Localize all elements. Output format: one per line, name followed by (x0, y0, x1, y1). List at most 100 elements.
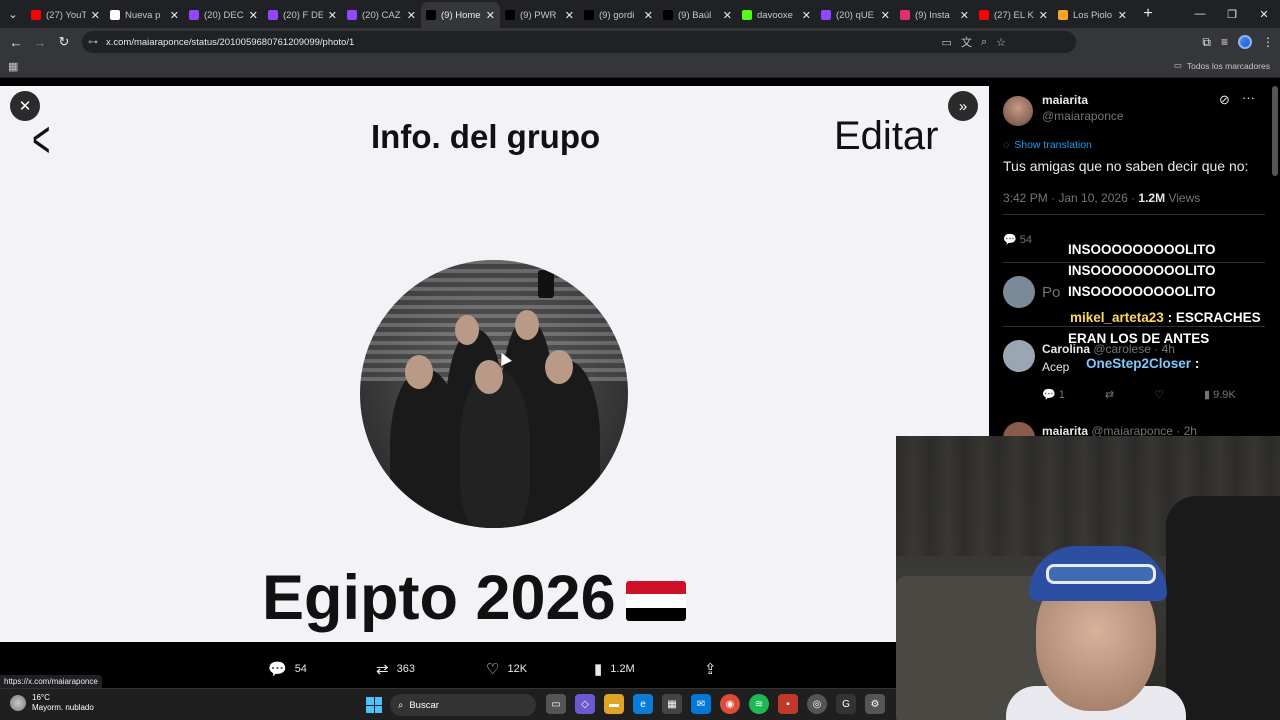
file-explorer-icon[interactable]: ▬ (604, 694, 624, 714)
back-icon[interactable]: ← (4, 35, 28, 50)
browser-tab[interactable]: (27) YouT ✕ (26, 2, 105, 28)
url-bar[interactable]: ⊶ x.com/maiaraponce/status/2010059680761… (82, 31, 1076, 53)
expand-panel-button[interactable]: » (948, 91, 978, 121)
task-view-icon[interactable]: ▭ (546, 694, 566, 714)
like-icon: ♡ (486, 661, 500, 678)
extensions-icon[interactable]: ⧉ (1202, 35, 1211, 50)
browser-tab[interactable]: (20) F DE ✕ (263, 2, 342, 28)
tab-close-icon[interactable]: ✕ (1039, 9, 1048, 22)
forward-icon[interactable]: → (28, 35, 52, 50)
reply-author[interactable]: maiarita (1042, 424, 1088, 436)
share-action[interactable]: ⇪ (704, 660, 725, 678)
post-panel: maiarita @maiaraponce ⊘ ··· ◌ Show trans… (989, 86, 1280, 436)
taskbar-search[interactable]: ⌕ Buscar (390, 694, 536, 716)
tab-search-icon[interactable]: ⌄ (0, 0, 26, 28)
tab-close-icon[interactable]: ✕ (170, 9, 179, 22)
system-app-icon[interactable]: ⚙ (865, 694, 885, 714)
tab-label: (9) Insta (915, 9, 950, 21)
all-bookmarks-button[interactable]: ▭ Todos los marcadores (1174, 60, 1270, 71)
reply-views-stat[interactable]: ▮ 9.9K (1204, 388, 1236, 401)
tab-favicon-icon (663, 10, 673, 20)
tab-close-icon[interactable]: ✕ (565, 9, 574, 22)
reload-icon[interactable]: ↻ (52, 34, 76, 50)
post-stats: 💬 54 (1003, 233, 1032, 246)
obs-icon[interactable]: ◎ (807, 694, 827, 714)
browser-tab[interactable]: (27) EL K ✕ (974, 2, 1053, 28)
author-name[interactable]: maiarita (1042, 93, 1088, 107)
tab-close-icon[interactable]: ✕ (881, 9, 890, 22)
like-icon[interactable]: ♡ (1154, 388, 1164, 401)
my-avatar (1003, 276, 1035, 308)
tab-close-icon[interactable]: ✕ (486, 9, 495, 22)
reply-input[interactable]: Po (1042, 284, 1060, 301)
browser-tab[interactable]: (9) gordi ✕ (579, 2, 658, 28)
chrome-icon[interactable]: ◉ (720, 694, 740, 714)
menu-icon[interactable]: ⋮ (1262, 35, 1274, 49)
media-icon[interactable]: ≡ (1221, 35, 1228, 49)
panel-scrollbar[interactable] (1272, 86, 1278, 176)
reply-avatar[interactable] (1003, 422, 1035, 436)
tab-close-icon[interactable]: ✕ (1118, 9, 1127, 22)
more-icon[interactable]: ··· (1242, 90, 1255, 105)
mail-icon[interactable]: ✉ (691, 694, 711, 714)
author-avatar[interactable] (1003, 96, 1033, 126)
browser-tab[interactable]: (20) DEC ✕ (184, 2, 263, 28)
translate-icon[interactable]: 文 (961, 34, 972, 50)
address-bar-row: ← → ↻ ⊶ x.com/maiaraponce/status/2010059… (0, 28, 1280, 56)
grok-icon[interactable]: ⊘ (1219, 92, 1230, 108)
browser-tab[interactable]: Los Piolo ✕ (1053, 2, 1132, 28)
like-action[interactable]: ♡ 12K (486, 660, 527, 678)
reply-icon: 💬 (268, 661, 287, 678)
reply-reply-stat[interactable]: 💬 1 (1042, 388, 1065, 401)
reply-avatar[interactable] (1003, 340, 1035, 372)
browser-tab[interactable]: (9) Baúl ✕ (658, 2, 737, 28)
show-translation-link[interactable]: ◌ Show translation (1003, 139, 1092, 151)
close-window-icon[interactable]: ✕ (1248, 0, 1280, 28)
browser-tab[interactable]: Nueva p ✕ (105, 2, 184, 28)
author-handle[interactable]: @maiaraponce (1042, 109, 1124, 123)
maximize-icon[interactable]: ❐ (1216, 0, 1248, 28)
repost-action[interactable]: ⇄ 363 (376, 660, 415, 678)
browser-tab[interactable]: (20) qUE ✕ (816, 2, 895, 28)
tab-close-icon[interactable]: ✕ (723, 9, 732, 22)
tab-close-icon[interactable]: ✕ (249, 9, 258, 22)
reply-action[interactable]: 💬 54 (268, 660, 307, 678)
zoom-icon[interactable]: ⌕ (981, 36, 987, 49)
store-icon[interactable]: ▦ (662, 694, 682, 714)
browser-tab[interactable]: (9) Home ✕ (421, 2, 500, 28)
edge-icon[interactable]: e (633, 694, 653, 714)
toolbar-right: ⧉ ≡ ⋮ (1202, 28, 1274, 56)
red-app-icon[interactable]: ▪ (778, 694, 798, 714)
new-tab-button[interactable]: + (1138, 5, 1158, 23)
profile-avatar[interactable] (1238, 35, 1252, 49)
tab-label: davooxe (757, 9, 793, 21)
logitech-icon[interactable]: G (836, 694, 856, 714)
tab-close-icon[interactable]: ✕ (960, 9, 969, 22)
weather-widget[interactable]: 16°C Mayorm. nublado (10, 693, 94, 713)
views-action[interactable]: ▮ 1.2M (594, 660, 635, 678)
tab-close-icon[interactable]: ✕ (802, 9, 811, 22)
tab-close-icon[interactable]: ✕ (407, 9, 416, 22)
browser-tab[interactable]: (9) Insta ✕ (895, 2, 974, 28)
tab-close-icon[interactable]: ✕ (328, 9, 337, 22)
minimize-icon[interactable]: — (1184, 0, 1216, 28)
cast-icon[interactable]: ▭ (942, 36, 952, 49)
views-icon: ▮ (1203, 389, 1214, 401)
tab-close-icon[interactable]: ✕ (644, 9, 653, 22)
chat-message: INSOOOOOOOOOLITO (1068, 242, 1216, 257)
repost-icon[interactable]: ⇄ (1105, 388, 1114, 401)
tab-close-icon[interactable]: ✕ (91, 9, 100, 22)
apps-grid-icon[interactable]: ▦ (8, 60, 18, 73)
start-button[interactable] (366, 697, 382, 713)
copilot-icon[interactable]: ◇ (575, 694, 595, 714)
site-info-icon[interactable]: ⊶ (88, 37, 106, 48)
browser-tab[interactable]: (9) PWR ✕ (500, 2, 579, 28)
browser-tab[interactable]: (20) CAZ ✕ (342, 2, 421, 28)
spotify-icon[interactable]: ≋ (749, 694, 769, 714)
chat-text: : (1194, 356, 1200, 371)
bookmark-star-icon[interactable]: ☆ (996, 36, 1006, 49)
reply-stat[interactable]: 💬 54 (1003, 233, 1032, 246)
browser-tab[interactable]: davooxe ✕ (737, 2, 816, 28)
tab-favicon-icon (347, 10, 357, 20)
post-time[interactable]: 3:42 PM · Jan 10, 2026 · (1003, 191, 1138, 205)
